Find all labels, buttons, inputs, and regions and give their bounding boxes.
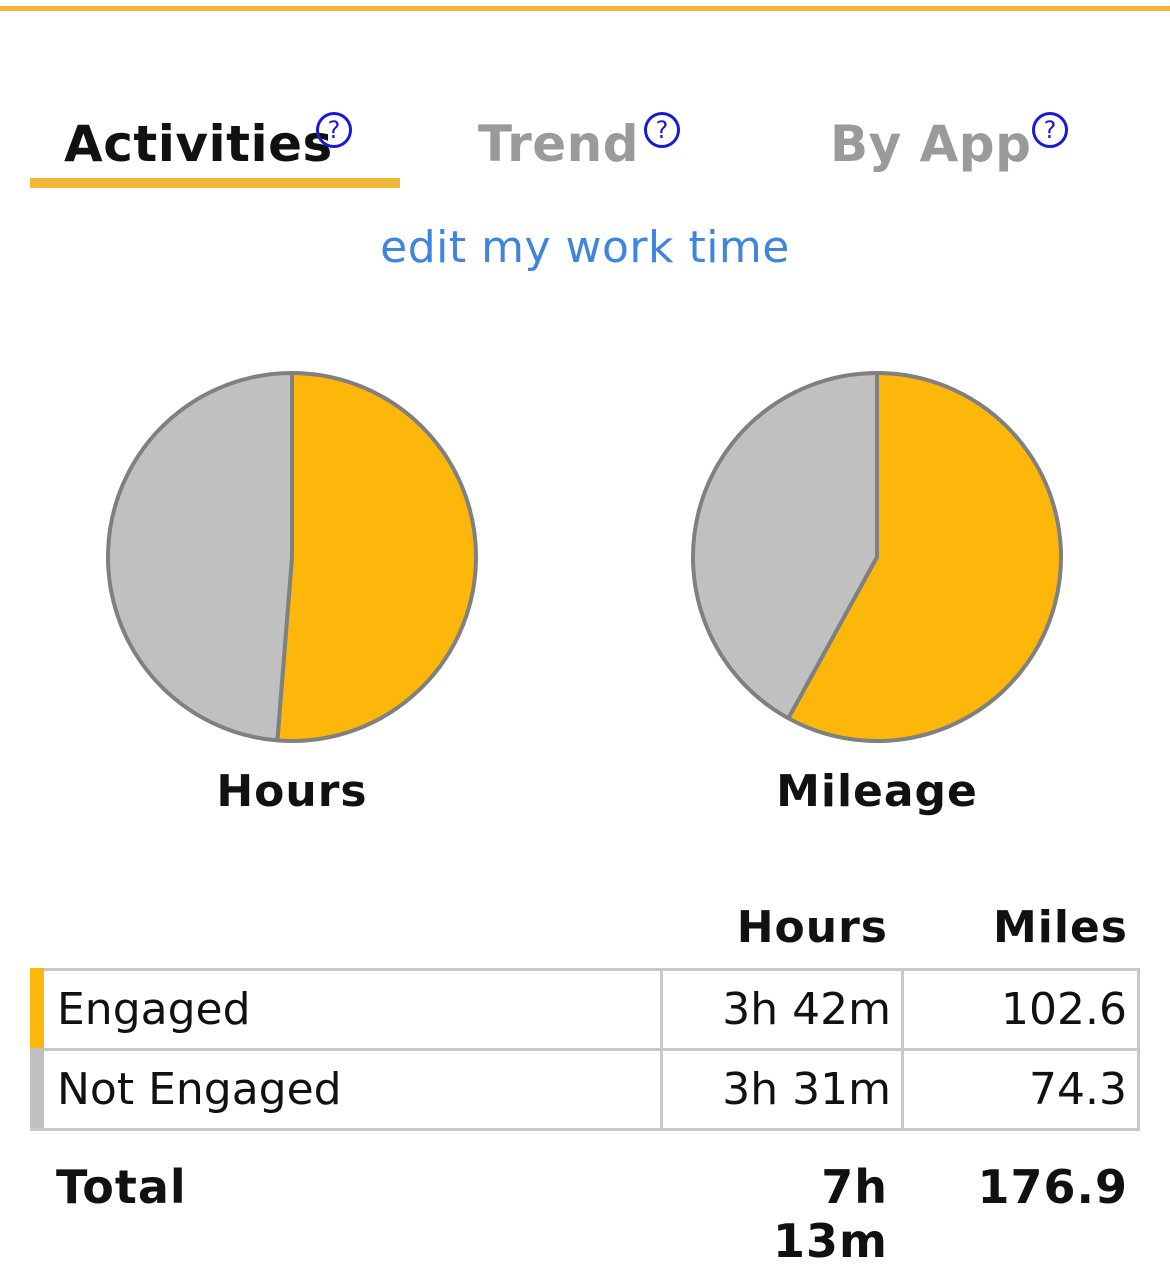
tab-trend[interactable]: Trend: [478, 112, 639, 176]
tab-activities[interactable]: Activities: [64, 112, 333, 176]
not-engaged-hours: 3h 31m: [660, 1048, 904, 1131]
not-engaged-miles: 74.3: [901, 1048, 1140, 1131]
tab-trend-label: Trend: [478, 115, 640, 173]
question-circle-icon[interactable]: ?: [644, 112, 680, 148]
total-miles: 176.9: [977, 1160, 1128, 1214]
row-label: Not Engaged: [57, 1064, 342, 1115]
hours-pie-svg: [106, 371, 478, 743]
active-tab-underline: [30, 178, 400, 188]
mileage-pie-svg: [691, 371, 1063, 743]
top-accent-bar: [0, 6, 1170, 11]
tab-by-app[interactable]: By App: [830, 112, 1031, 176]
not-engaged-swatch: [30, 1048, 44, 1128]
mileage-pie-chart: [682, 362, 1072, 752]
engaged-swatch: [30, 968, 44, 1048]
not-engaged-label-cell: Not Engaged: [30, 1048, 663, 1131]
engaged-hours: 3h 42m: [660, 968, 904, 1051]
engaged-miles: 102.6: [901, 968, 1140, 1051]
pie-slice-engaged: [275, 371, 478, 743]
hours-pie-chart: [97, 362, 487, 752]
row-label: Engaged: [57, 984, 251, 1035]
hours-column-header: Hours: [736, 902, 888, 953]
total-label: Total: [56, 1160, 187, 1214]
table-row: Not Engaged 3h 31m 74.3: [30, 1048, 1140, 1131]
miles-column-header: Miles: [993, 902, 1128, 953]
tab-by-app-label: By App: [830, 115, 1032, 173]
question-circle-icon[interactable]: ?: [316, 112, 352, 148]
question-circle-icon[interactable]: ?: [1032, 112, 1068, 148]
hours-pie-title: Hours: [216, 766, 368, 817]
table-row: Engaged 3h 42m 102.6: [30, 968, 1140, 1051]
engaged-label-cell: Engaged: [30, 968, 663, 1051]
tab-activities-label: Activities: [64, 115, 333, 173]
summary-table: Engaged 3h 42m 102.6 Not Engaged 3h 31m …: [30, 968, 1140, 1131]
edit-work-time-link[interactable]: edit my work time: [0, 222, 1170, 273]
pie-slice-not-engaged: [106, 371, 294, 743]
mileage-pie-title: Mileage: [776, 766, 978, 817]
